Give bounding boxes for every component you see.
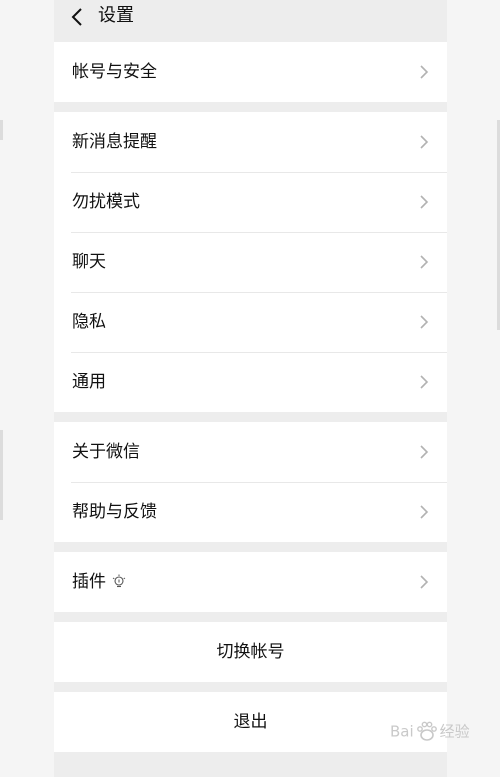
settings-screen: 设置 帐号与安全 新消息提醒 勿扰模式 聊天 隐私 通用 关于微信 帮助与反馈 … — [54, 0, 447, 777]
switch-account-label: 切换帐号 — [216, 642, 285, 662]
settings-group-about: 关于微信 帮助与反馈 — [54, 422, 447, 542]
chevron-right-icon — [420, 575, 429, 589]
row-label: 通用 — [72, 372, 106, 392]
row-label: 新消息提醒 — [72, 132, 157, 152]
switch-account-button[interactable]: 切换帐号 — [54, 622, 447, 682]
background-mark — [0, 430, 3, 520]
settings-row-help-feedback[interactable]: 帮助与反馈 — [54, 482, 447, 542]
settings-row-privacy[interactable]: 隐私 — [54, 292, 447, 352]
chevron-right-icon — [420, 135, 429, 149]
lightbulb-icon — [112, 574, 126, 588]
background-mark — [0, 120, 3, 140]
nav-bar: 设置 — [54, 0, 447, 42]
watermark-text-left: Bai — [390, 722, 414, 741]
row-label: 插件 — [72, 572, 106, 592]
chevron-right-icon — [420, 65, 429, 79]
chevron-right-icon — [420, 315, 429, 329]
settings-row-general[interactable]: 通用 — [54, 352, 447, 412]
paw-logo-icon — [416, 721, 437, 741]
row-label: 帐号与安全 — [72, 62, 157, 82]
settings-group-account: 帐号与安全 — [54, 42, 447, 102]
chevron-right-icon — [420, 375, 429, 389]
chevron-right-icon — [420, 195, 429, 209]
row-label: 隐私 — [72, 312, 106, 332]
settings-group-general: 新消息提醒 勿扰模式 聊天 隐私 通用 — [54, 112, 447, 412]
chevron-right-icon — [420, 505, 429, 519]
chevron-left-icon[interactable] — [68, 6, 88, 28]
background-right-strip — [447, 0, 500, 777]
settings-row-new-message-notifications[interactable]: 新消息提醒 — [54, 112, 447, 172]
row-label: 关于微信 — [72, 442, 140, 462]
settings-row-plugins[interactable]: 插件 — [54, 552, 447, 612]
baidu-watermark: Bai 经验 — [390, 720, 470, 744]
page-title: 设置 — [98, 5, 134, 26]
settings-row-chat[interactable]: 聊天 — [54, 232, 447, 292]
settings-row-about-wechat[interactable]: 关于微信 — [54, 422, 447, 482]
background-left-strip — [0, 0, 54, 777]
row-label-with-badge: 插件 — [72, 570, 126, 594]
logout-label: 退出 — [233, 712, 268, 732]
row-label: 帮助与反馈 — [72, 502, 157, 522]
chevron-right-icon — [420, 445, 429, 459]
settings-row-do-not-disturb[interactable]: 勿扰模式 — [54, 172, 447, 232]
chevron-right-icon — [420, 255, 429, 269]
logout-button[interactable]: 退出 — [54, 692, 447, 752]
row-label: 聊天 — [72, 252, 106, 272]
row-label: 勿扰模式 — [72, 192, 140, 212]
settings-row-account-security[interactable]: 帐号与安全 — [54, 42, 447, 102]
settings-group-plugins: 插件 — [54, 552, 447, 612]
watermark-text-right: 经验 — [439, 722, 470, 741]
